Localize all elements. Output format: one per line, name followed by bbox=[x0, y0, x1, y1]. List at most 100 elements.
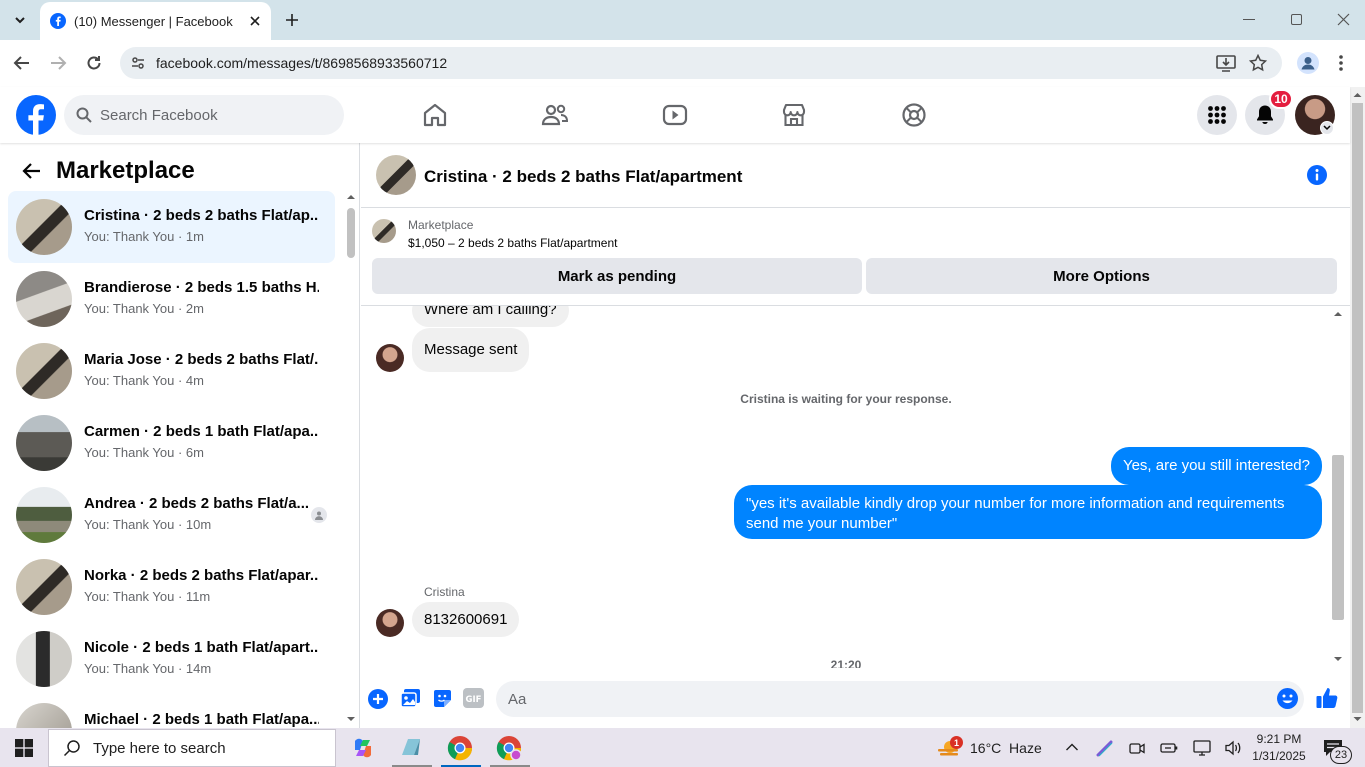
install-app-button[interactable] bbox=[1216, 54, 1236, 72]
more-actions-button[interactable] bbox=[368, 689, 388, 709]
emoji-icon bbox=[1277, 688, 1298, 709]
sender-name: Cristina bbox=[424, 585, 465, 599]
mark-as-pending-button[interactable]: Mark as pending bbox=[372, 258, 862, 294]
conversation-preview: You: Thank You · 4m bbox=[84, 373, 204, 388]
volume-tray-icon[interactable] bbox=[1224, 740, 1242, 756]
emoji-button[interactable] bbox=[1277, 688, 1298, 709]
incoming-message[interactable]: Where am I calling? bbox=[412, 306, 569, 327]
conversation-info-button[interactable] bbox=[1307, 165, 1327, 185]
copilot-icon bbox=[355, 738, 371, 758]
incoming-message[interactable]: 8132600691 bbox=[412, 602, 520, 637]
tab-search-button[interactable] bbox=[8, 8, 32, 32]
notification-count-badge: 23 bbox=[1330, 746, 1352, 764]
listing-price-title[interactable]: $1,050 – 2 beds 2 baths Flat/apartment bbox=[408, 236, 617, 250]
chat-listing-avatar[interactable] bbox=[376, 155, 416, 195]
gif-button[interactable]: GIF bbox=[463, 688, 484, 708]
nav-marketplace[interactable] bbox=[779, 100, 809, 130]
nav-video[interactable] bbox=[660, 100, 690, 130]
plus-icon bbox=[286, 14, 298, 26]
chat-title[interactable]: Cristina · 2 beds 2 baths Flat/apartment bbox=[424, 167, 742, 187]
sticker-icon bbox=[434, 690, 451, 707]
conversation-item[interactable]: Nicole · 2 beds 1 bath Flat/apart... You… bbox=[8, 623, 335, 695]
scroll-up-icon[interactable] bbox=[1330, 309, 1346, 319]
sender-avatar[interactable] bbox=[376, 609, 404, 637]
close-tab-icon[interactable] bbox=[249, 15, 261, 27]
windows-logo-icon bbox=[15, 739, 33, 757]
network-tray-icon[interactable] bbox=[1193, 740, 1211, 756]
message-input[interactable]: Aa bbox=[496, 681, 1304, 717]
facebook-logo[interactable] bbox=[16, 95, 56, 135]
conversation-item[interactable]: Norka · 2 beds 2 baths Flat/apar... You:… bbox=[8, 551, 335, 623]
thumbs-up-icon bbox=[1316, 688, 1338, 708]
browser-tab-messenger[interactable]: (10) Messenger | Facebook bbox=[40, 2, 271, 40]
clock-date: 1/31/2025 bbox=[1252, 749, 1306, 763]
browser-menu-button[interactable] bbox=[1338, 54, 1344, 72]
bookmark-button[interactable] bbox=[1249, 54, 1267, 72]
conversation-item[interactable]: Maria Jose · 2 beds 2 baths Flat/... You… bbox=[8, 335, 335, 407]
scroll-up-icon[interactable] bbox=[344, 192, 358, 202]
site-info-icon[interactable] bbox=[130, 55, 146, 71]
conversation-item[interactable]: Cristina · 2 beds 2 baths Flat/ap... You… bbox=[8, 191, 335, 263]
conversation-item[interactable]: Brandierose · 2 beds 1.5 baths H... You:… bbox=[8, 263, 335, 335]
listing-thumbnail bbox=[16, 703, 72, 728]
restore-button[interactable] bbox=[1291, 14, 1302, 25]
battery-tray-icon[interactable] bbox=[1160, 741, 1178, 755]
incoming-message[interactable]: Message sent bbox=[412, 328, 530, 372]
person-icon bbox=[315, 511, 323, 520]
address-bar[interactable]: facebook.com/messages/t/8698568933560712 bbox=[120, 47, 1282, 79]
outgoing-message[interactable]: "yes it's available kindly drop your num… bbox=[734, 485, 1322, 539]
scrollbar-thumb[interactable] bbox=[1332, 455, 1344, 620]
files-taskbar-button[interactable] bbox=[398, 735, 424, 761]
listing-small-thumbnail bbox=[372, 219, 396, 243]
nav-gaming[interactable] bbox=[899, 100, 929, 130]
install-icon bbox=[1216, 55, 1236, 72]
copilot-taskbar-button[interactable] bbox=[350, 735, 376, 761]
new-tab-button[interactable] bbox=[284, 12, 300, 28]
more-options-button[interactable]: More Options bbox=[866, 258, 1337, 294]
chrome-profile-taskbar-button[interactable] bbox=[496, 735, 522, 761]
facebook-search-input[interactable]: Search Facebook bbox=[64, 95, 344, 135]
menu-button[interactable] bbox=[1197, 95, 1237, 135]
back-button[interactable] bbox=[13, 55, 31, 71]
back-to-chats-button[interactable] bbox=[22, 162, 42, 180]
conversation-item[interactable]: Carmen · 2 beds 1 bath Flat/apa... You: … bbox=[8, 407, 335, 479]
search-placeholder: Search Facebook bbox=[100, 106, 218, 124]
search-icon bbox=[63, 740, 80, 757]
taskbar-search-input[interactable]: Type here to search bbox=[48, 729, 336, 767]
forward-button[interactable] bbox=[49, 55, 67, 71]
reload-button[interactable] bbox=[85, 54, 103, 72]
page-scrollbar[interactable] bbox=[1350, 87, 1365, 728]
gaming-icon bbox=[902, 103, 926, 127]
arrow-left-icon bbox=[13, 56, 29, 70]
conversation-item[interactable]: Michael · 2 beds 1 bath Flat/apa... bbox=[8, 695, 335, 728]
show-hidden-icons-button[interactable] bbox=[1065, 742, 1079, 752]
home-icon bbox=[423, 103, 447, 127]
close-window-button[interactable] bbox=[1337, 13, 1350, 26]
waiting-notice: Cristina is waiting for your response. bbox=[740, 392, 952, 406]
meet-tray-icon[interactable] bbox=[1129, 740, 1145, 756]
nav-home[interactable] bbox=[420, 100, 450, 130]
minimize-button[interactable] bbox=[1243, 19, 1255, 20]
send-like-button[interactable] bbox=[1315, 686, 1339, 710]
scrollbar-thumb[interactable] bbox=[347, 208, 355, 258]
account-chevron[interactable] bbox=[1320, 121, 1334, 135]
listing-thumbnail bbox=[16, 343, 72, 399]
chrome-taskbar-button[interactable] bbox=[447, 735, 473, 761]
scroll-down-icon[interactable] bbox=[1350, 714, 1365, 724]
start-button[interactable] bbox=[15, 739, 33, 757]
taskbar-clock[interactable]: 9:21 PM 1/31/2025 bbox=[1250, 731, 1308, 765]
sender-avatar[interactable] bbox=[376, 344, 404, 372]
profile-button[interactable] bbox=[1297, 52, 1319, 74]
nav-friends[interactable] bbox=[540, 100, 570, 130]
attach-photo-button[interactable] bbox=[400, 688, 421, 709]
sticker-button[interactable] bbox=[432, 688, 453, 709]
conversation-list-scrollbar[interactable] bbox=[344, 192, 358, 728]
scroll-up-icon[interactable] bbox=[1350, 90, 1365, 100]
conversation-item[interactable]: Andrea · 2 beds 2 baths Flat/a... You: T… bbox=[8, 479, 335, 551]
seen-avatar bbox=[311, 507, 327, 523]
outgoing-message[interactable]: Yes, are you still interested? bbox=[1110, 447, 1322, 485]
scrollbar-thumb[interactable] bbox=[1352, 103, 1363, 713]
pen-tray-icon[interactable] bbox=[1096, 739, 1114, 757]
scroll-down-icon[interactable] bbox=[1330, 654, 1346, 664]
scroll-down-icon[interactable] bbox=[344, 714, 358, 724]
